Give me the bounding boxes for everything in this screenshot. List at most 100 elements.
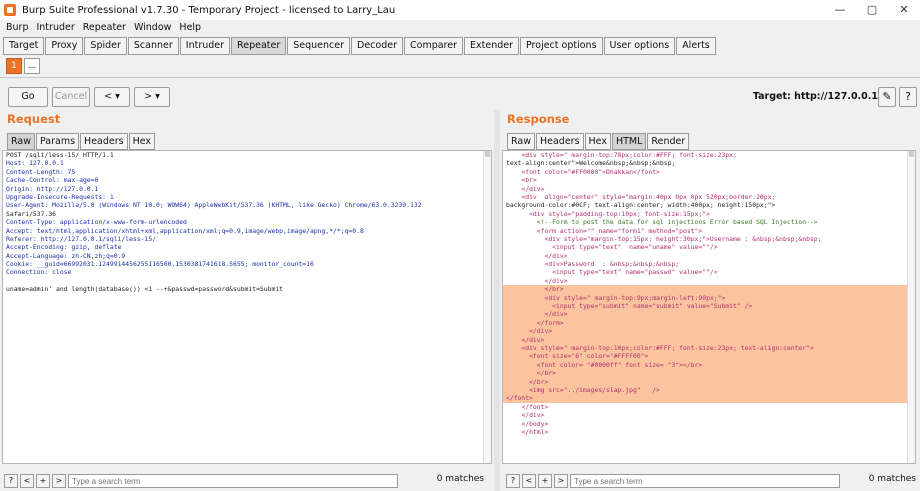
request-line: Accept-Language: zh-CN,zh;q=0.9: [6, 251, 126, 260]
go-button[interactable]: Go: [8, 87, 48, 107]
request-line: User-Agent: Mozilla/5.0 (Windows NT 10.0…: [6, 201, 422, 210]
request-line: Origin: http://127.0.0.1: [6, 184, 99, 193]
response-tabs: Raw Headers Hex HTML Render: [507, 133, 690, 150]
request-line: POST /sqli/less-15/ HTTP/1.1: [6, 151, 114, 159]
response-line: </div>: [506, 276, 568, 285]
maximize-button[interactable]: ▢: [864, 3, 880, 17]
tab-project-options[interactable]: Project options: [520, 37, 603, 55]
response-line: <div style="padding-top:10px; font-size:…: [506, 209, 710, 218]
request-tab-headers[interactable]: Headers: [80, 133, 128, 150]
tab-extender[interactable]: Extender: [464, 37, 519, 55]
tab-user-options[interactable]: User options: [603, 37, 676, 55]
response-pane: Response Raw Headers Hex HTML Render <di…: [500, 110, 920, 464]
back-button[interactable]: < ▾: [94, 87, 130, 107]
response-search-input[interactable]: [570, 474, 840, 488]
request-line: uname=admin' and length(database()) <1 -…: [6, 285, 284, 294]
help-search-button[interactable]: ?: [4, 474, 18, 488]
help-search-button[interactable]: ?: [506, 474, 520, 488]
cancel-button[interactable]: Cancel: [52, 87, 90, 107]
response-line: <div style=" margin-top:70px;color:#FFF;…: [506, 151, 737, 159]
request-tab-raw[interactable]: Raw: [7, 133, 35, 150]
menu-window[interactable]: Window: [134, 22, 171, 33]
response-scrollbar[interactable]: [907, 151, 915, 463]
response-tab-raw[interactable]: Raw: [507, 133, 535, 150]
tab-alerts[interactable]: Alerts: [676, 37, 716, 55]
response-tab-headers[interactable]: Headers: [535, 133, 584, 150]
add-button[interactable]: +: [36, 474, 50, 488]
request-pane: Request Raw Params Headers Hex POST /sql…: [0, 110, 494, 464]
tab-target[interactable]: Target: [3, 37, 45, 55]
subtab-1[interactable]: 1: [6, 58, 22, 74]
menu-repeater[interactable]: Repeater: [83, 22, 126, 33]
request-line: Upgrade-Insecure-Requests: 1: [6, 192, 114, 201]
menu-burp[interactable]: Burp: [6, 22, 28, 33]
request-line: Host: 127.0.0.1: [6, 159, 64, 168]
response-line: <input type="text" name="passwd" value="…: [506, 268, 718, 277]
question-icon[interactable]: ?: [899, 87, 917, 107]
tab-decoder[interactable]: Decoder: [351, 37, 403, 55]
response-line: <font color= "#0000ff" font size= "3"></…: [503, 360, 915, 370]
response-title: Response: [507, 112, 570, 126]
request-line: Cookie: __guid=66992031.1249914456255116…: [6, 260, 314, 269]
response-line: </html>: [506, 427, 549, 436]
target-label[interactable]: Target: http://127.0.0.1: [753, 91, 878, 102]
response-line: </div>: [506, 184, 545, 193]
request-search-bar: ? < + > 0 matches: [4, 471, 492, 491]
tab-intruder[interactable]: Intruder: [179, 37, 231, 55]
tab-comparer[interactable]: Comparer: [404, 37, 463, 55]
request-title: Request: [7, 112, 61, 126]
separator: [0, 77, 920, 78]
request-tab-hex[interactable]: Hex: [128, 133, 156, 150]
request-line: Safari/537.36: [6, 209, 57, 218]
request-line: Content-Length: 75: [6, 167, 76, 176]
tab-scanner[interactable]: Scanner: [127, 37, 179, 55]
response-line: <div style="margin-top:15px; height:30px…: [506, 234, 822, 243]
response-matches: 0 matches: [868, 474, 916, 484]
tab-sequencer[interactable]: Sequencer: [287, 37, 351, 55]
response-line: </body>: [506, 419, 549, 428]
burp-logo-icon: [4, 4, 16, 16]
minimize-button[interactable]: —: [832, 3, 848, 17]
prev-match-button[interactable]: <: [522, 474, 536, 488]
tab-proxy[interactable]: Proxy: [45, 37, 84, 55]
response-line: <div align="center" style="margin:40px 0…: [506, 192, 776, 201]
close-button[interactable]: ✕: [896, 3, 912, 17]
response-line: </div>: [503, 327, 915, 336]
tab-spider[interactable]: Spider: [84, 37, 127, 55]
add-button[interactable]: +: [538, 474, 552, 488]
next-match-button[interactable]: >: [52, 474, 66, 488]
request-line: Content-Type: application/x-www-form-url…: [6, 218, 187, 227]
response-tab-render[interactable]: Render: [647, 133, 690, 150]
window-title: Burp Suite Professional v1.7.30 - Tempor…: [22, 4, 396, 16]
response-line: </br>: [503, 377, 915, 386]
repeater-toolbar: Go Cancel < ▾ > ▾ Target: http://127.0.0…: [0, 80, 920, 110]
response-line: </font>: [503, 394, 915, 403]
tab-repeater[interactable]: Repeater: [231, 37, 287, 55]
response-tab-html[interactable]: HTML: [611, 133, 647, 150]
response-line: </div>: [506, 411, 545, 420]
request-tab-params[interactable]: Params: [35, 133, 80, 150]
pencil-icon[interactable]: ✎: [878, 87, 896, 107]
forward-button[interactable]: > ▾: [134, 87, 170, 107]
request-scrollbar[interactable]: [483, 151, 491, 463]
subtab-new[interactable]: ...: [24, 58, 40, 74]
request-lines: POST /sqli/less-15/ HTTP/1.1 Host: 127.0.…: [3, 151, 491, 294]
request-matches: 0 matches: [436, 474, 484, 484]
response-line: </div>: [506, 251, 568, 260]
response-line: </div>: [503, 310, 915, 319]
response-tab-hex[interactable]: Hex: [584, 133, 611, 150]
request-search-input[interactable]: [68, 474, 398, 488]
response-lines: <div style=" margin-top:70px;color:#FFF;…: [503, 151, 915, 436]
request-tabs: Raw Params Headers Hex: [7, 133, 156, 150]
main-tabs: Target Proxy Spider Scanner Intruder Rep…: [3, 37, 717, 55]
response-editor[interactable]: <div style=" margin-top:70px;color:#FFF;…: [502, 150, 916, 464]
response-line: <div style=" margin-top:9px;margin-left:…: [503, 293, 915, 303]
menu-intruder[interactable]: Intruder: [36, 22, 74, 33]
request-line: Cache-Control: max-age=0: [6, 176, 99, 185]
next-match-button[interactable]: >: [554, 474, 568, 488]
response-line: </br>: [503, 369, 915, 378]
response-line: <div style=" margin-top:10px;color:#FFF;…: [503, 343, 915, 353]
request-editor[interactable]: POST /sqli/less-15/ HTTP/1.1 Host: 127.0.…: [2, 150, 492, 464]
menu-help[interactable]: Help: [179, 22, 201, 33]
prev-match-button[interactable]: <: [20, 474, 34, 488]
